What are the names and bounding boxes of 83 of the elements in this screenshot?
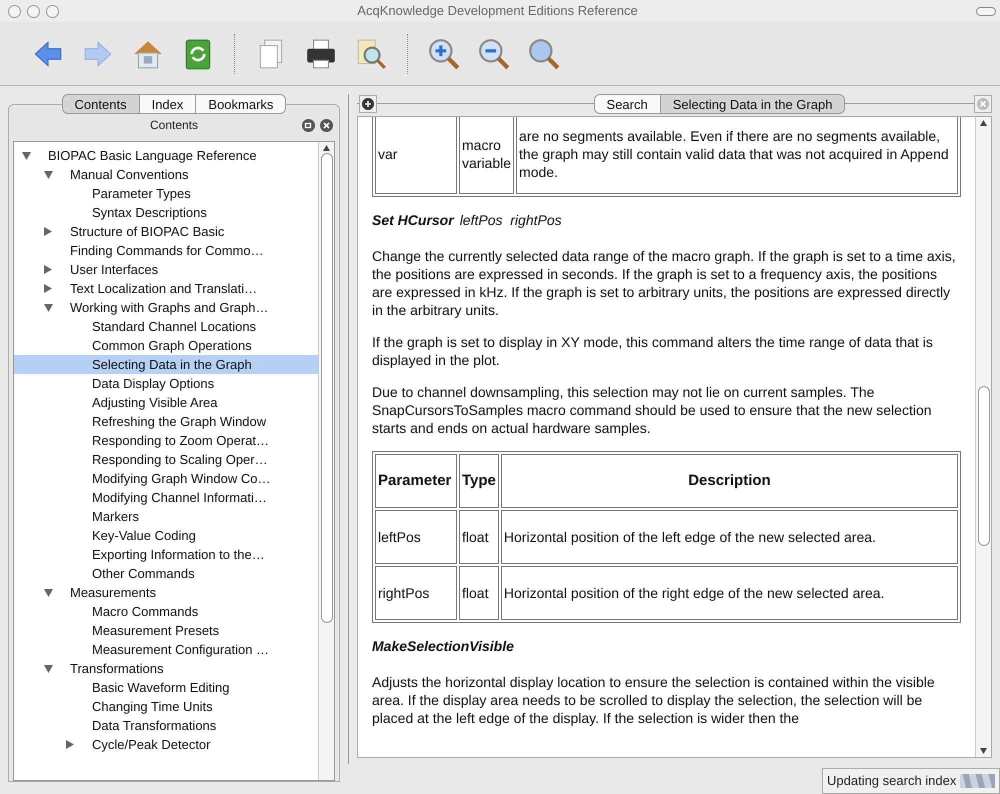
tree-item[interactable]: Data Transformations bbox=[14, 716, 318, 735]
scroll-up-icon[interactable] bbox=[980, 120, 987, 126]
tree-item[interactable]: Responding to Zoom Operat… bbox=[14, 431, 318, 450]
tree-item[interactable]: Responding to Scaling Oper… bbox=[14, 450, 318, 469]
table-cell: rightPos bbox=[375, 566, 457, 620]
tab[interactable]: Bookmarks bbox=[196, 94, 286, 114]
paragraph: Adjusts the horizontal display location to ensure the selection is contained within the visible area. If the display area needs to be scrolled to display the selection, the selection will be placed at the left edge of the display. If the selection is wider then the bbox=[372, 673, 936, 727]
table-cell: are no segments available. Even if there are no segments available, the graph may still contain valid data that was not acquired in Append mode. bbox=[516, 117, 958, 194]
tree-item[interactable]: Exporting Information to the… bbox=[14, 545, 318, 564]
scroll-up-icon[interactable] bbox=[323, 145, 330, 151]
collapsed-triangle-icon[interactable] bbox=[66, 740, 74, 749]
window-control[interactable] bbox=[27, 4, 40, 18]
tree-item[interactable]: Text Localization and Translati… bbox=[14, 279, 318, 298]
tree-item[interactable]: Syntax Descriptions bbox=[14, 203, 318, 222]
tab[interactable]: Search bbox=[594, 94, 661, 114]
tree-item[interactable]: Finding Commands for Commo… bbox=[14, 241, 318, 260]
tree-item[interactable]: Data Display Options bbox=[14, 374, 318, 393]
tree-item[interactable]: Basic Waveform Editing bbox=[14, 678, 318, 697]
busy-stripes-icon bbox=[960, 774, 995, 788]
tab[interactable]: Contents bbox=[62, 94, 140, 114]
tree-item[interactable]: Adjusting Visible Area bbox=[14, 393, 318, 412]
expanded-triangle-icon[interactable] bbox=[44, 664, 53, 672]
tree-item[interactable]: Parameter Types bbox=[14, 184, 318, 203]
collapsed-triangle-icon[interactable] bbox=[44, 227, 52, 236]
table-cell: var bbox=[375, 117, 457, 194]
tree-item[interactable]: Structure of BIOPAC Basic bbox=[14, 222, 318, 241]
tree-item[interactable]: Measurement Presets bbox=[14, 621, 318, 640]
tree-item[interactable]: Cycle/Peak Detector bbox=[14, 735, 318, 754]
tree-item[interactable]: Macro Commands bbox=[14, 602, 318, 621]
panel-header: Contents bbox=[150, 117, 198, 134]
table-cell: float bbox=[459, 510, 499, 564]
scroll-down-icon[interactable] bbox=[980, 748, 987, 754]
collapsed-triangle-icon[interactable] bbox=[44, 284, 52, 293]
tree-item[interactable]: User Interfaces bbox=[14, 260, 318, 279]
table-cell: float bbox=[459, 566, 499, 620]
tree-item[interactable]: Other Commands bbox=[14, 564, 318, 583]
scrollbar[interactable] bbox=[318, 142, 334, 780]
table-cell: Horizontal position of the right edge of the new selected area. bbox=[500, 566, 958, 620]
tree-item[interactable]: Selecting Data in the Graph bbox=[14, 355, 318, 374]
table-cell: Horizontal position of the left edge of the new selected area. bbox=[500, 510, 958, 564]
status-text: Updating search index bbox=[827, 772, 956, 790]
tree-item[interactable]: Standard Channel Locations bbox=[14, 317, 318, 336]
command-name: MakeSelectionVisible bbox=[372, 637, 514, 655]
command-name: Set HCursor bbox=[372, 211, 454, 229]
tree-item[interactable]: BIOPAC Basic Language Reference bbox=[14, 146, 318, 165]
add-tab-icon[interactable] bbox=[359, 95, 377, 113]
expanded-triangle-icon[interactable] bbox=[22, 152, 31, 160]
tree-item[interactable]: Modifying Graph Window Co… bbox=[14, 469, 318, 488]
column-header: Parameter bbox=[375, 454, 457, 508]
tree-item[interactable]: Measurements bbox=[14, 583, 318, 602]
window-control[interactable] bbox=[8, 4, 21, 18]
tree-item[interactable]: Markers bbox=[14, 507, 318, 526]
column-header: Type bbox=[459, 454, 499, 508]
scroll-thumb[interactable] bbox=[320, 153, 332, 623]
tab[interactable]: Index bbox=[140, 94, 196, 114]
tree-item[interactable]: Modifying Channel Informati… bbox=[14, 488, 318, 507]
paragraph: If the graph is set to display in XY mode, this command alters the time range of data that is displayed in the plot. bbox=[372, 333, 934, 369]
expanded-triangle-icon[interactable] bbox=[44, 304, 53, 312]
window-title: AcqKnowledge Development Editions Reference bbox=[356, 2, 639, 20]
scroll-thumb[interactable] bbox=[978, 386, 990, 546]
window-control[interactable] bbox=[46, 4, 59, 18]
tree-item[interactable]: Refreshing the Graph Window bbox=[14, 412, 318, 431]
expanded-triangle-icon[interactable] bbox=[44, 170, 53, 178]
table-cell: macro variable bbox=[459, 117, 514, 194]
tree-item[interactable]: Changing Time Units bbox=[14, 697, 318, 716]
tree-item[interactable]: Manual Conventions bbox=[14, 165, 318, 184]
tree-item[interactable]: Key-Value Coding bbox=[14, 526, 318, 545]
close-icon[interactable] bbox=[320, 118, 333, 132]
tree-item[interactable]: Transformations bbox=[14, 659, 318, 678]
paragraph: Change the currently selected data range of the macro graph. If the graph is set to a time axis, the positions are expressed in seconds. If the graph is set to a frequency axis, the positions are expressed in kHz. If the graph is set to arbitrary units, the positions are expressed directly in the arbitrary units. bbox=[372, 247, 957, 319]
tree-item[interactable]: Working with Graphs and Graph… bbox=[14, 298, 318, 317]
tree-item[interactable]: Common Graph Operations bbox=[14, 336, 318, 355]
command-parameters: leftPos rightPos bbox=[460, 211, 562, 229]
scrollbar[interactable] bbox=[975, 117, 991, 757]
paragraph: Due to channel downsampling, this selection may not lie on current samples. The SnapCursorsToSamples macro command should be used to ensure that the new selection starts and ends on actual hardware samples. bbox=[372, 383, 933, 437]
collapsed-triangle-icon[interactable] bbox=[44, 265, 52, 274]
expanded-triangle-icon[interactable] bbox=[44, 588, 53, 596]
tab[interactable]: Selecting Data in the Graph bbox=[660, 94, 846, 114]
table-cell: leftPos bbox=[375, 510, 457, 564]
detach-icon[interactable] bbox=[302, 118, 315, 132]
tree-item[interactable]: Measurement Configuration … bbox=[14, 640, 318, 659]
toolbar-button[interactable] bbox=[976, 6, 996, 16]
column-header: Description bbox=[500, 454, 958, 508]
